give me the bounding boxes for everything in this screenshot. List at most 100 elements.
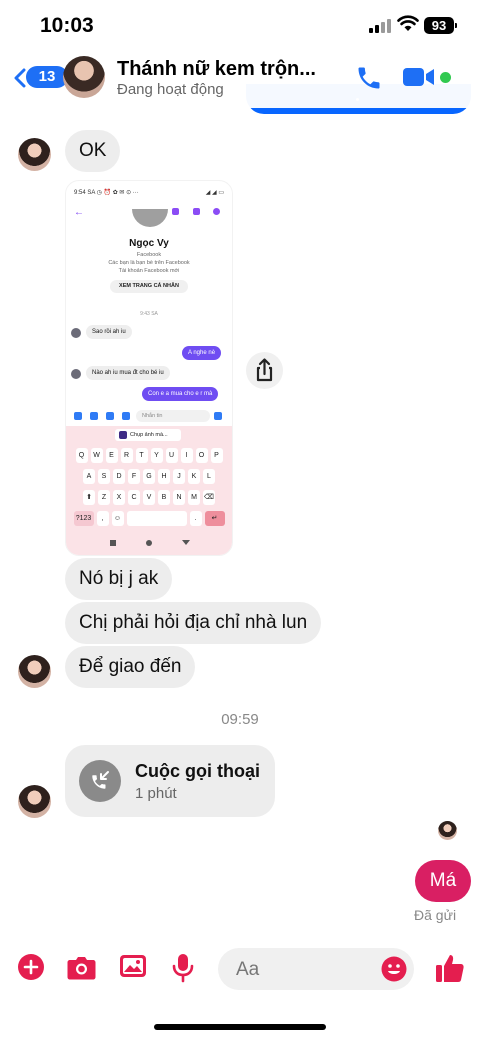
shot-keyboard: Chụp ảnh mà... Q W E R T Y U I O P A S D… bbox=[66, 426, 232, 555]
shot-profile-sub2: Các bạn là bạn bè trên Facebook bbox=[108, 260, 190, 266]
delivery-status: Đã gửi bbox=[414, 907, 457, 923]
shot-key-symbols: ?123 bbox=[73, 511, 94, 526]
call-title: Cuộc gọi thoại bbox=[135, 761, 260, 781]
shot-key: W bbox=[90, 448, 103, 463]
shot-status-right: ◢ ◢ ▭ bbox=[205, 190, 224, 196]
shot-key: R bbox=[120, 448, 133, 463]
shot-key: , bbox=[96, 511, 109, 526]
seen-receipt-avatar bbox=[438, 821, 457, 840]
contact-message-avatar[interactable] bbox=[18, 138, 51, 171]
shot-key: O bbox=[195, 448, 208, 463]
shot-key: Z bbox=[98, 490, 110, 505]
shared-screenshot[interactable]: 9:54 SA ◷ ⏰ ✿ ✉ ⊙ ··· ◢ ◢ ▭ ← Ngọc Vy Fa… bbox=[65, 180, 233, 556]
shot-key: I bbox=[180, 448, 193, 463]
wifi-icon bbox=[397, 15, 419, 31]
shot-msg-in: Nào ah iu mua đt cho bé iu bbox=[86, 366, 170, 380]
shot-key: C bbox=[128, 490, 140, 505]
shot-profile-button: XEM TRANG CÁ NHÂN bbox=[110, 280, 188, 293]
voice-call-card[interactable]: Cuộc gọi thoại 1 phút bbox=[65, 745, 275, 817]
shot-key-enter: ↵ bbox=[204, 511, 225, 526]
shot-profile-photo bbox=[132, 209, 168, 227]
online-indicator bbox=[440, 72, 451, 83]
shot-msg-in: Sao rồi ah iu bbox=[86, 325, 132, 339]
received-message[interactable]: Nó bị j ak bbox=[65, 558, 173, 600]
shot-phone-icon bbox=[172, 208, 179, 215]
received-message[interactable]: Để giao đến bbox=[65, 646, 196, 688]
shot-key: F bbox=[128, 469, 140, 484]
shot-profile-name: Ngọc Vy bbox=[129, 238, 169, 249]
shot-nav-bar bbox=[66, 536, 232, 552]
thumbs-up-icon[interactable] bbox=[435, 952, 465, 984]
status-time: 10:03 bbox=[40, 14, 94, 37]
chat-header: 13 Thánh nữ kem trộn... Đang hoạt động bbox=[0, 52, 480, 108]
shot-video-icon bbox=[193, 208, 200, 215]
home-indicator[interactable] bbox=[154, 1024, 326, 1030]
shot-image-icon bbox=[106, 412, 114, 420]
received-message[interactable]: OK bbox=[65, 130, 121, 172]
shot-profile-sub1: Facebook bbox=[136, 252, 162, 258]
share-button[interactable] bbox=[246, 352, 283, 389]
shot-key: Q bbox=[75, 448, 88, 463]
shot-key: P bbox=[210, 448, 223, 463]
contact-message-avatar[interactable] bbox=[18, 655, 51, 688]
shot-key: X bbox=[113, 490, 125, 505]
shot-kb-row: A S D F G H J K L bbox=[66, 469, 232, 484]
battery-indicator: 93 bbox=[424, 17, 457, 34]
shot-input: Nhắn tin bbox=[136, 410, 210, 422]
call-icon-circle bbox=[79, 760, 121, 802]
shot-msg-out: Con e a mua cho e r mà bbox=[142, 387, 219, 401]
sent-message[interactable]: Má bbox=[415, 860, 471, 902]
shot-key-emoji: ☺ bbox=[111, 511, 124, 526]
shot-key: N bbox=[173, 490, 185, 505]
back-button[interactable]: 13 bbox=[14, 64, 68, 92]
shot-key: V bbox=[143, 490, 155, 505]
shot-like-icon bbox=[214, 412, 222, 420]
shot-apps-icon bbox=[74, 412, 82, 420]
shot-key: ⌫ bbox=[203, 490, 215, 505]
message-input-placeholder: Aa bbox=[236, 959, 260, 980]
shot-info-icon bbox=[213, 208, 220, 215]
received-message[interactable]: Chị phải hỏi địa chỉ nhà lun bbox=[65, 602, 322, 644]
shot-key: ⬆ bbox=[83, 490, 95, 505]
shot-composer: Nhắn tin bbox=[66, 407, 232, 425]
unread-badge: 13 bbox=[26, 66, 68, 88]
shot-key: . bbox=[189, 511, 202, 526]
shot-key: L bbox=[203, 469, 215, 484]
shot-mic-icon bbox=[122, 412, 130, 420]
status-bar: 10:03 93 bbox=[0, 0, 480, 52]
shot-kb-row: ?123 , ☺ . ↵ bbox=[66, 511, 232, 526]
video-icon[interactable] bbox=[403, 66, 435, 88]
signal-icon bbox=[369, 19, 391, 33]
shot-time: 9:43 SA bbox=[140, 311, 158, 317]
phone-icon[interactable] bbox=[355, 64, 383, 92]
presence-status: Đang hoạt động bbox=[117, 81, 224, 98]
shot-key: T bbox=[135, 448, 148, 463]
image-icon[interactable] bbox=[119, 953, 147, 979]
shot-key: G bbox=[143, 469, 155, 484]
shot-key: Y bbox=[150, 448, 163, 463]
contact-avatar[interactable] bbox=[63, 56, 105, 98]
shot-key: J bbox=[173, 469, 185, 484]
shot-key-space bbox=[126, 511, 187, 526]
back-chevron-icon bbox=[14, 68, 26, 88]
shot-key: B bbox=[158, 490, 170, 505]
shot-camera-icon bbox=[90, 412, 98, 420]
shot-key: U bbox=[165, 448, 178, 463]
shot-key: D bbox=[113, 469, 125, 484]
emoji-icon[interactable] bbox=[381, 956, 407, 982]
shot-msg-out: A nghe nè bbox=[182, 346, 222, 360]
camera-icon[interactable] bbox=[66, 953, 97, 981]
shot-avatar bbox=[71, 328, 81, 338]
microphone-icon[interactable] bbox=[172, 953, 194, 983]
shot-key: S bbox=[98, 469, 110, 484]
message-input[interactable]: Aa bbox=[218, 948, 414, 990]
shot-key: H bbox=[158, 469, 170, 484]
share-icon bbox=[256, 358, 273, 382]
shot-avatar bbox=[71, 369, 81, 379]
call-missed-icon bbox=[92, 771, 109, 789]
contact-name[interactable]: Thánh nữ kem trộn... bbox=[117, 58, 316, 81]
shot-kb-row: Q W E R T Y U I O P bbox=[66, 448, 232, 463]
contact-message-avatar[interactable] bbox=[18, 785, 51, 818]
shot-key: M bbox=[188, 490, 200, 505]
plus-icon[interactable] bbox=[17, 953, 45, 981]
